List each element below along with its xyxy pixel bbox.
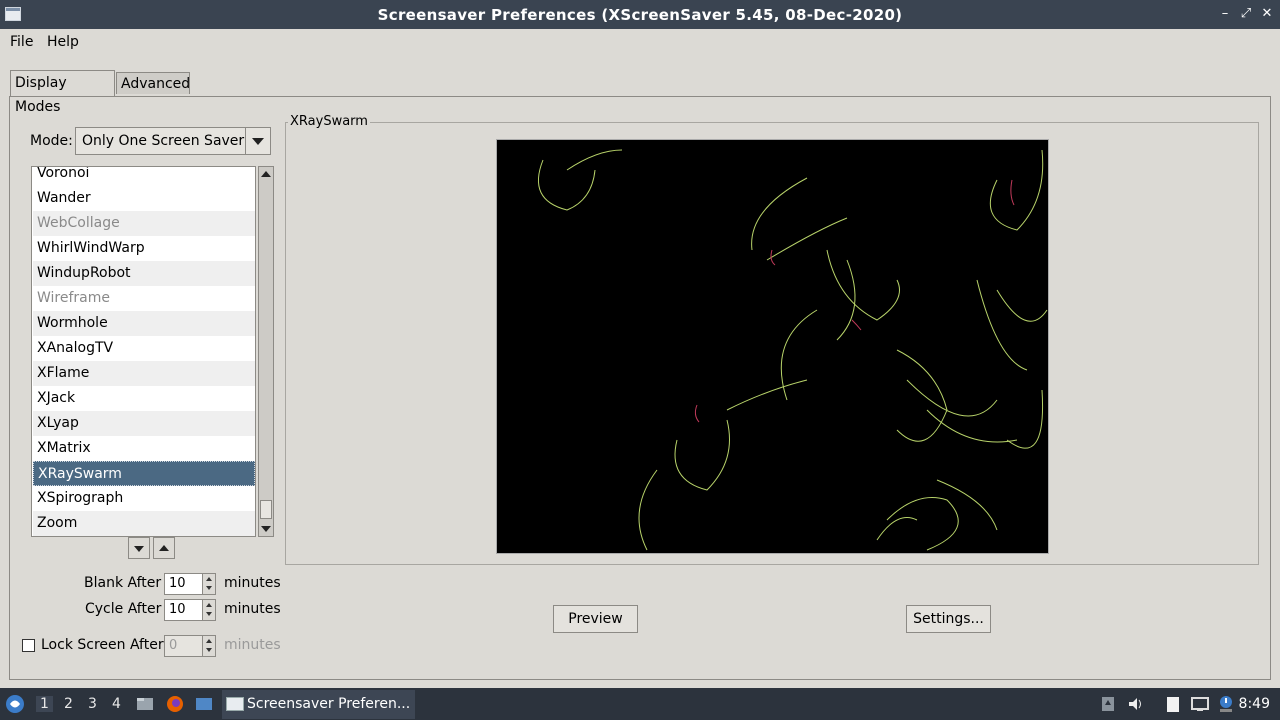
blank-after-label: Blank After bbox=[84, 575, 162, 591]
spinner-arrows-icon bbox=[202, 636, 215, 656]
scroll-up-icon[interactable] bbox=[260, 168, 272, 180]
maximize-icon[interactable]: ⤢ bbox=[1237, 5, 1255, 23]
cycle-after-value[interactable]: 10 bbox=[169, 602, 186, 617]
mode-select[interactable]: Only One Screen Saver bbox=[75, 127, 271, 155]
cycle-after-label: Cycle After bbox=[85, 601, 162, 617]
workspace-4[interactable]: 4 bbox=[112, 696, 121, 712]
desktop-icon[interactable] bbox=[194, 694, 214, 714]
blank-after-unit: minutes bbox=[224, 575, 281, 591]
preview-frame-title: XRaySwarm bbox=[288, 114, 370, 129]
menu-help[interactable]: Help bbox=[47, 34, 79, 50]
menu-file[interactable]: File bbox=[10, 34, 33, 50]
scroll-down-icon[interactable] bbox=[260, 523, 272, 535]
workspace-2[interactable]: 2 bbox=[64, 696, 73, 712]
list-item[interactable]: XAnalogTV bbox=[33, 336, 255, 361]
window-icon bbox=[226, 697, 244, 711]
list-item[interactable]: Voronoi bbox=[33, 167, 255, 186]
xrayswarm-animation bbox=[538, 149, 1048, 551]
list-scrollbar[interactable] bbox=[258, 166, 274, 537]
window-title: Screensaver Preferences (XScreenSaver 5.… bbox=[377, 6, 903, 24]
title-bar: Screensaver Preferences (XScreenSaver 5.… bbox=[0, 0, 1280, 29]
network-icon[interactable] bbox=[1190, 694, 1210, 714]
list-item[interactable]: XJack bbox=[33, 386, 255, 411]
preview-button[interactable]: Preview bbox=[553, 605, 638, 633]
list-item[interactable]: Wander bbox=[33, 186, 255, 211]
list-item[interactable]: WhirlWindWarp bbox=[33, 236, 255, 261]
cycle-after-spinner[interactable]: 10 bbox=[164, 599, 216, 621]
close-icon[interactable]: ✕ bbox=[1258, 5, 1276, 23]
list-item[interactable]: WebCollage bbox=[33, 211, 255, 236]
scroll-thumb[interactable] bbox=[260, 500, 272, 519]
eject-icon[interactable] bbox=[1098, 694, 1118, 714]
list-item[interactable]: XLyap bbox=[33, 411, 255, 436]
workspace-3[interactable]: 3 bbox=[88, 696, 97, 712]
list-item[interactable]: XMatrix bbox=[33, 436, 255, 461]
task-screensaver-preferences[interactable]: Screensaver Preferen... bbox=[222, 690, 415, 719]
lock-screen-checkbox[interactable] bbox=[22, 639, 35, 652]
settings-button[interactable]: Settings... bbox=[906, 605, 991, 633]
clock[interactable]: 8:49 bbox=[1239, 696, 1270, 712]
list-item[interactable]: Wormhole bbox=[33, 311, 255, 336]
lock-screen-label[interactable]: Lock Screen After bbox=[41, 637, 164, 653]
tab-advanced[interactable]: Advanced bbox=[116, 72, 190, 94]
notification-icon[interactable] bbox=[1216, 694, 1236, 714]
spinner-arrows-icon[interactable] bbox=[202, 574, 215, 594]
settings-button-label: Settings... bbox=[913, 611, 984, 627]
tab-display-modes[interactable]: Display Modes bbox=[10, 70, 115, 115]
workspace-1[interactable]: 1 bbox=[36, 696, 53, 712]
list-item[interactable]: Zoom bbox=[33, 511, 255, 536]
lock-after-spinner: 0 bbox=[164, 635, 216, 657]
screensaver-preview bbox=[496, 139, 1049, 554]
prev-saver-button[interactable] bbox=[153, 537, 175, 559]
taskbar: 1 2 3 4 Screensaver Preferen... 8:49 bbox=[0, 688, 1280, 720]
chevron-down-icon[interactable] bbox=[245, 128, 270, 154]
list-item-selected[interactable]: XRaySwarm bbox=[33, 461, 255, 486]
clipboard-icon[interactable] bbox=[1163, 694, 1183, 714]
lock-after-unit: minutes bbox=[224, 637, 281, 653]
saver-list[interactable]: Voronoi Wander WebCollage WhirlWindWarp … bbox=[31, 166, 256, 537]
cycle-after-unit: minutes bbox=[224, 601, 281, 617]
minimize-icon[interactable]: – bbox=[1216, 5, 1234, 23]
mode-label: Mode: bbox=[30, 133, 73, 149]
menu-bar: File Help bbox=[0, 29, 1280, 55]
next-saver-button[interactable] bbox=[128, 537, 150, 559]
app-menu-icon[interactable] bbox=[5, 694, 25, 714]
file-manager-icon[interactable] bbox=[135, 694, 155, 714]
preview-button-label: Preview bbox=[568, 611, 623, 627]
spinner-arrows-icon[interactable] bbox=[202, 600, 215, 620]
mode-value: Only One Screen Saver bbox=[82, 133, 245, 149]
lock-after-value: 0 bbox=[169, 638, 178, 653]
list-item[interactable]: Wireframe bbox=[33, 286, 255, 311]
blank-after-value[interactable]: 10 bbox=[169, 576, 186, 591]
task-label: Screensaver Preferen... bbox=[247, 696, 411, 712]
list-item[interactable]: XSpirograph bbox=[33, 486, 255, 511]
list-item[interactable]: WindupRobot bbox=[33, 261, 255, 286]
blank-after-spinner[interactable]: 10 bbox=[164, 573, 216, 595]
volume-icon[interactable] bbox=[1126, 694, 1146, 714]
list-item[interactable]: XFlame bbox=[33, 361, 255, 386]
firefox-icon[interactable] bbox=[165, 694, 185, 714]
